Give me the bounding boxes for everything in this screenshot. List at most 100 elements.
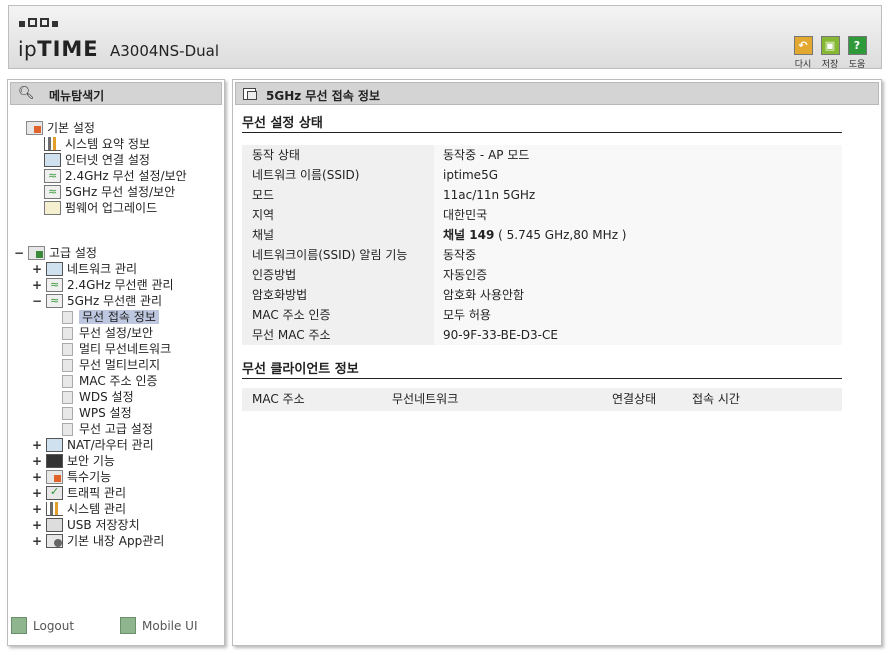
page-icon	[62, 391, 73, 404]
expand-icon[interactable]: +	[32, 517, 42, 533]
status-value: iptime5G	[434, 165, 842, 185]
expand-icon[interactable]: +	[32, 261, 42, 277]
wifi-icon	[44, 184, 61, 200]
status-value: 암호화 사용안함	[434, 285, 842, 305]
search-icon: 🔍︎	[18, 86, 35, 101]
tree-item-nat-router[interactable]: + NAT/라우터 관리	[32, 437, 154, 453]
tree-item-5ghz-wireless[interactable]: 5GHz 무선 설정/보안	[44, 184, 175, 200]
status-value: 채널 149 ( 5.745 GHz,80 MHz )	[434, 225, 842, 245]
tree-item-internet-setup[interactable]: 인터넷 연결 설정	[44, 152, 150, 168]
status-value-bold: 채널 149	[443, 228, 495, 242]
expand-icon[interactable]: +	[32, 485, 42, 501]
tree-item-system-summary[interactable]: 시스템 요약 정보	[44, 136, 150, 152]
left-footer: Logout Mobile UI	[8, 617, 224, 637]
tree-item-traffic[interactable]: + 트래픽 관리	[32, 484, 126, 501]
tree-item-system[interactable]: + 시스템 관리	[32, 501, 126, 517]
status-row: 무선 MAC 주소 90-9F-33-BE-D3-CE	[242, 325, 842, 345]
tree-sub-wps[interactable]: WPS 설정	[60, 405, 132, 421]
mobile-ui-link[interactable]: Mobile UI	[120, 617, 198, 635]
help-button[interactable]: ? 도움	[846, 36, 868, 70]
tree-item-24ghz-manage[interactable]: + 2.4GHz 무선랜 관리	[32, 277, 174, 293]
wifi-icon	[44, 168, 61, 184]
status-label: MAC 주소 인증	[242, 305, 434, 325]
bars-icon	[46, 502, 63, 516]
router-icon	[46, 438, 63, 452]
tree-advanced-settings[interactable]: − 고급 설정	[14, 245, 97, 261]
status-row: 동작 상태 동작중 - AP 모드	[242, 145, 842, 165]
tree-sub-multibridge[interactable]: 무선 멀티브리지	[60, 357, 160, 373]
client-table-header: MAC 주소 무선네트워크 연결상태 접속 시간	[242, 388, 842, 411]
tree-item-5ghz-manage[interactable]: − 5GHz 무선랜 관리	[32, 293, 162, 309]
status-row: 모드 11ac/11n 5GHz	[242, 185, 842, 205]
status-label: 지역	[242, 205, 434, 225]
status-row: 네트워크이름(SSID) 알림 기능 동작중	[242, 245, 842, 265]
col-status: 연결상태	[612, 392, 657, 406]
tree-sub-mac-auth[interactable]: MAC 주소 인증	[60, 373, 158, 389]
tree-sub-multi-ssid[interactable]: 멀티 무선네트워크	[60, 341, 171, 357]
tree-sub-wds[interactable]: WDS 설정	[60, 389, 134, 405]
status-value: 동작중 - AP 모드	[434, 145, 842, 165]
status-label: 네트워크 이름(SSID)	[242, 165, 434, 185]
tree-item-24ghz-wireless[interactable]: 2.4GHz 무선 설정/보안	[44, 168, 187, 184]
page-icon	[62, 375, 73, 388]
status-row: 채널 채널 149 ( 5.745 GHz,80 MHz )	[242, 225, 842, 245]
wireless-status-heading: 무선 설정 상태	[242, 112, 842, 133]
tree-item-usb[interactable]: + USB 저장장치	[32, 517, 140, 533]
status-value: 11ac/11n 5GHz	[434, 185, 842, 205]
content-panel: 5GHz 무선 접속 정보 무선 설정 상태 동작 상태 동작중 - AP 모드 네…	[232, 79, 882, 646]
col-network: 무선네트워크	[392, 392, 459, 406]
status-value: 자동인증	[434, 265, 842, 285]
status-row: MAC 주소 인증 모두 허용	[242, 305, 842, 325]
tree-sub-wireless-setup[interactable]: 무선 설정/보안	[60, 325, 153, 341]
status-value: 동작중	[434, 245, 842, 265]
status-value-detail: ( 5.745 GHz,80 MHz )	[494, 228, 627, 242]
status-label: 무선 MAC 주소	[242, 325, 434, 345]
status-label: 인증방법	[242, 265, 434, 285]
col-time: 접속 시간	[692, 392, 740, 406]
logout-link[interactable]: Logout	[11, 617, 74, 635]
expand-icon[interactable]: +	[32, 469, 42, 485]
undo-button[interactable]: ↶ 다시	[792, 36, 814, 70]
collapse-icon[interactable]: −	[32, 293, 42, 309]
tree-basic-settings[interactable]: 기본 설정	[26, 120, 95, 136]
status-label: 동작 상태	[242, 145, 434, 165]
menu-explorer-panel: 🔍︎ 메뉴탐색기 기본 설정 시스템 요약 정보 인터넷 연결 설정 2.4GH…	[7, 79, 225, 646]
status-label: 암호화방법	[242, 285, 434, 305]
app-icon	[46, 534, 63, 548]
status-row: 네트워크 이름(SSID) iptime5G	[242, 165, 842, 185]
tree-item-security[interactable]: + 보안 기능	[32, 453, 115, 469]
expand-icon[interactable]: +	[32, 453, 42, 469]
tree-item-network[interactable]: + 네트워크 관리	[32, 261, 137, 277]
collapse-icon[interactable]: −	[14, 245, 24, 261]
help-icon: ?	[847, 36, 867, 55]
page-icon	[62, 423, 73, 436]
upgrade-icon	[44, 201, 61, 215]
logo-mark	[19, 18, 58, 27]
tree-sub-wireless-advanced[interactable]: 무선 고급 설정	[60, 421, 153, 437]
tree-item-apps[interactable]: + 기본 내장 App관리	[32, 533, 164, 549]
col-mac: MAC 주소	[252, 392, 305, 406]
expand-icon[interactable]: +	[32, 437, 42, 453]
brand-logo: ipTIME	[18, 37, 99, 61]
wireless-client-heading: 무선 클라이언트 정보	[242, 358, 842, 379]
expand-icon[interactable]: +	[32, 533, 42, 549]
expand-icon[interactable]: +	[32, 501, 42, 517]
menu-explorer-title-bar: 🔍︎ 메뉴탐색기	[10, 82, 222, 105]
save-button[interactable]: ▣ 저장	[819, 36, 841, 70]
page-icon	[62, 407, 73, 420]
network-icon	[46, 262, 63, 276]
status-row: 지역 대한민국	[242, 205, 842, 225]
page-icon	[62, 343, 73, 356]
tree-item-special[interactable]: + 특수기능	[32, 469, 111, 485]
mobile-icon	[120, 617, 136, 634]
tree-sub-wireless-info[interactable]: 무선 접속 정보	[60, 309, 159, 325]
tree-item-firmware-upgrade[interactable]: 펌웨어 업그레이드	[44, 200, 157, 216]
page-icon	[62, 359, 73, 372]
traffic-icon	[46, 484, 63, 500]
wifi-icon	[46, 277, 63, 293]
save-icon: ▣	[820, 36, 840, 55]
status-row: 인증방법 자동인증	[242, 265, 842, 285]
expand-icon[interactable]: +	[32, 277, 42, 293]
lock-icon	[46, 454, 63, 468]
usb-icon	[46, 518, 63, 532]
